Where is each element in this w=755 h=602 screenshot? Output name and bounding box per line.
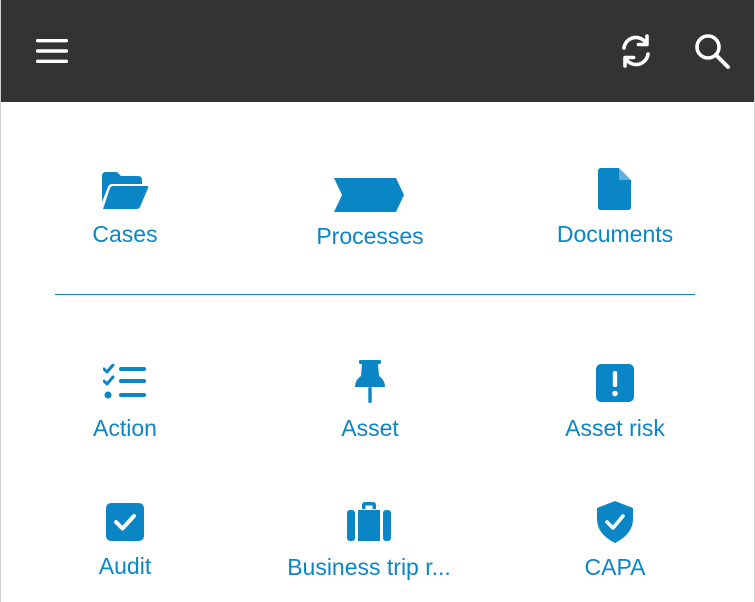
tile-label: Audit [98,553,152,579]
tile-label: Business trip r... [287,554,451,580]
tile-processes[interactable]: Processes [299,174,441,250]
refresh-button[interactable] [611,26,661,76]
top-bar [1,0,754,102]
tile-documents[interactable]: Documents [550,168,680,248]
search-button[interactable] [687,26,737,76]
refresh-icon [622,34,650,68]
folder-open-icon [102,172,149,209]
shield-check-icon [597,501,633,543]
tile-business-trip[interactable]: Business trip r... [269,501,469,581]
tile-label: Action [93,415,157,441]
section-divider [55,294,695,295]
tile-asset-risk[interactable]: Asset risk [550,362,680,442]
tile-label: Asset risk [565,415,665,441]
menu-button[interactable] [27,26,77,76]
checklist-icon [103,364,146,399]
app-window: Cases Processes Documents Action Asset A… [0,0,755,602]
tile-audit[interactable]: Audit [75,503,175,580]
tile-asset[interactable]: Asset [320,360,420,442]
search-icon [695,34,730,69]
pushpin-icon [355,360,385,403]
tile-label: Asset [341,415,399,441]
exclamation-square-icon [596,364,634,402]
document-icon [598,168,631,210]
suitcase-icon [347,502,391,541]
check-square-icon [106,503,144,541]
hamburger-menu-icon [36,39,68,63]
tile-cases[interactable]: Cases [75,168,175,248]
tile-label: Processes [316,223,424,249]
process-chevron-icon [334,178,404,212]
tile-action[interactable]: Action [75,362,175,442]
tile-label: Documents [556,221,674,247]
tile-label: CAPA [584,554,646,580]
tile-capa[interactable]: CAPA [565,501,665,581]
tile-label: Cases [92,221,158,247]
